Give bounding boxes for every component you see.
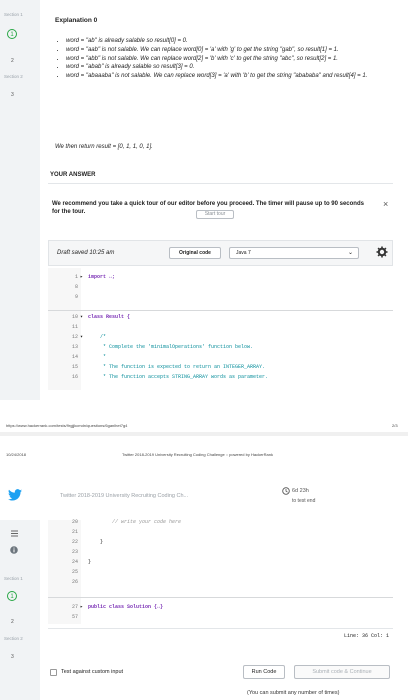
print-footer-url: https://www.hackerrank.com/tests/9rgjjkc… [6, 423, 128, 428]
custom-input-checkbox[interactable] [50, 669, 57, 676]
fold-arrow-icon: ▸ [80, 604, 84, 610]
run-code-button[interactable]: Run Code [243, 665, 285, 679]
print-header-date: 10/24/2018 [6, 452, 27, 457]
page-break [0, 432, 408, 436]
fold-arrow-icon: ▸ [80, 274, 84, 280]
fold-divider [48, 310, 393, 311]
editor-toolbar: Draft saved 10:25 am Original code Java … [48, 240, 393, 266]
divider [48, 183, 393, 184]
gutter-section-1: Section 1 [4, 12, 23, 17]
bottom-left-gutter [0, 520, 40, 700]
gutter-section-2: Section 2 [4, 74, 23, 79]
code-editor-top[interactable] [48, 268, 393, 390]
draft-saved-text: Draft saved 10:25 am [57, 250, 115, 256]
list-icon[interactable] [11, 530, 18, 537]
status-bar: Line: 36 Col: 1 [48, 628, 393, 643]
explanation-bullet: word = "ab" is already salable so result… [66, 38, 391, 45]
close-tour-button[interactable]: × [383, 199, 388, 209]
info-icon[interactable] [10, 546, 18, 554]
gutter-num-3: 3 [11, 654, 14, 660]
explanation-bullet: word = "abab" is already salable so resu… [66, 64, 391, 71]
explanation-bullet: word = "abaaaba" is not salable. We can … [66, 73, 391, 80]
submit-note: (You can submit any number of times) [247, 690, 340, 696]
explanation-return: We then return result = [0, 1, 1, 0, 1]. [55, 144, 153, 150]
start-tour-button[interactable]: Start tour [196, 210, 234, 219]
tour-banner: We recommend you take a quick tour of ou… [48, 194, 393, 228]
explanation-bullet: word = "aab" is not salable. We can repl… [66, 47, 391, 54]
custom-input-label[interactable]: Test against custom input [61, 669, 123, 675]
fold-divider [48, 597, 393, 598]
section-1-complete-icon: 1 [7, 591, 17, 601]
your-answer-heading: YOUR ANSWER [50, 172, 96, 178]
print-footer-page: 2/3 [392, 423, 398, 428]
gutter-num-2: 2 [11, 58, 14, 64]
section-1-complete-icon: 1 [7, 29, 17, 39]
fold-arrow-icon: ▾ [80, 334, 84, 340]
timer-subtext: to test end [292, 498, 316, 504]
top-left-gutter [0, 0, 40, 400]
print-header-title: Twitter 2018-2019 University Recruiting … [122, 452, 273, 457]
language-select[interactable]: Java 7 ⌄ [229, 247, 359, 259]
contest-name: Twitter 2018-2019 University Recruiting … [60, 493, 189, 499]
gutter-num-3: 3 [11, 92, 14, 98]
clock-icon [282, 487, 290, 495]
fold-arrow-icon: ▾ [80, 314, 84, 320]
twitter-bird-icon [8, 489, 22, 501]
chevron-down-icon: ⌄ [347, 250, 353, 256]
explanation-title: Explanation 0 [55, 17, 98, 24]
language-value: Java 7 [236, 250, 251, 256]
line-col-indicator: Line: 36 Col: 1 [343, 633, 389, 639]
gutter-section-1: Section 1 [4, 576, 23, 581]
original-code-button[interactable]: Original code [169, 247, 221, 259]
gutter-num-2: 2 [11, 619, 14, 625]
gutter-section-2: Section 2 [4, 636, 23, 641]
submit-code-button[interactable]: Submit code & Continue [294, 665, 390, 679]
explanation-list: word = "ab" is already salable so result… [56, 38, 391, 82]
explanation-bullet: word = "abb" is not salable. We can repl… [66, 56, 391, 63]
gear-icon[interactable] [376, 246, 388, 258]
timer-value: 6d 23h [292, 488, 309, 494]
